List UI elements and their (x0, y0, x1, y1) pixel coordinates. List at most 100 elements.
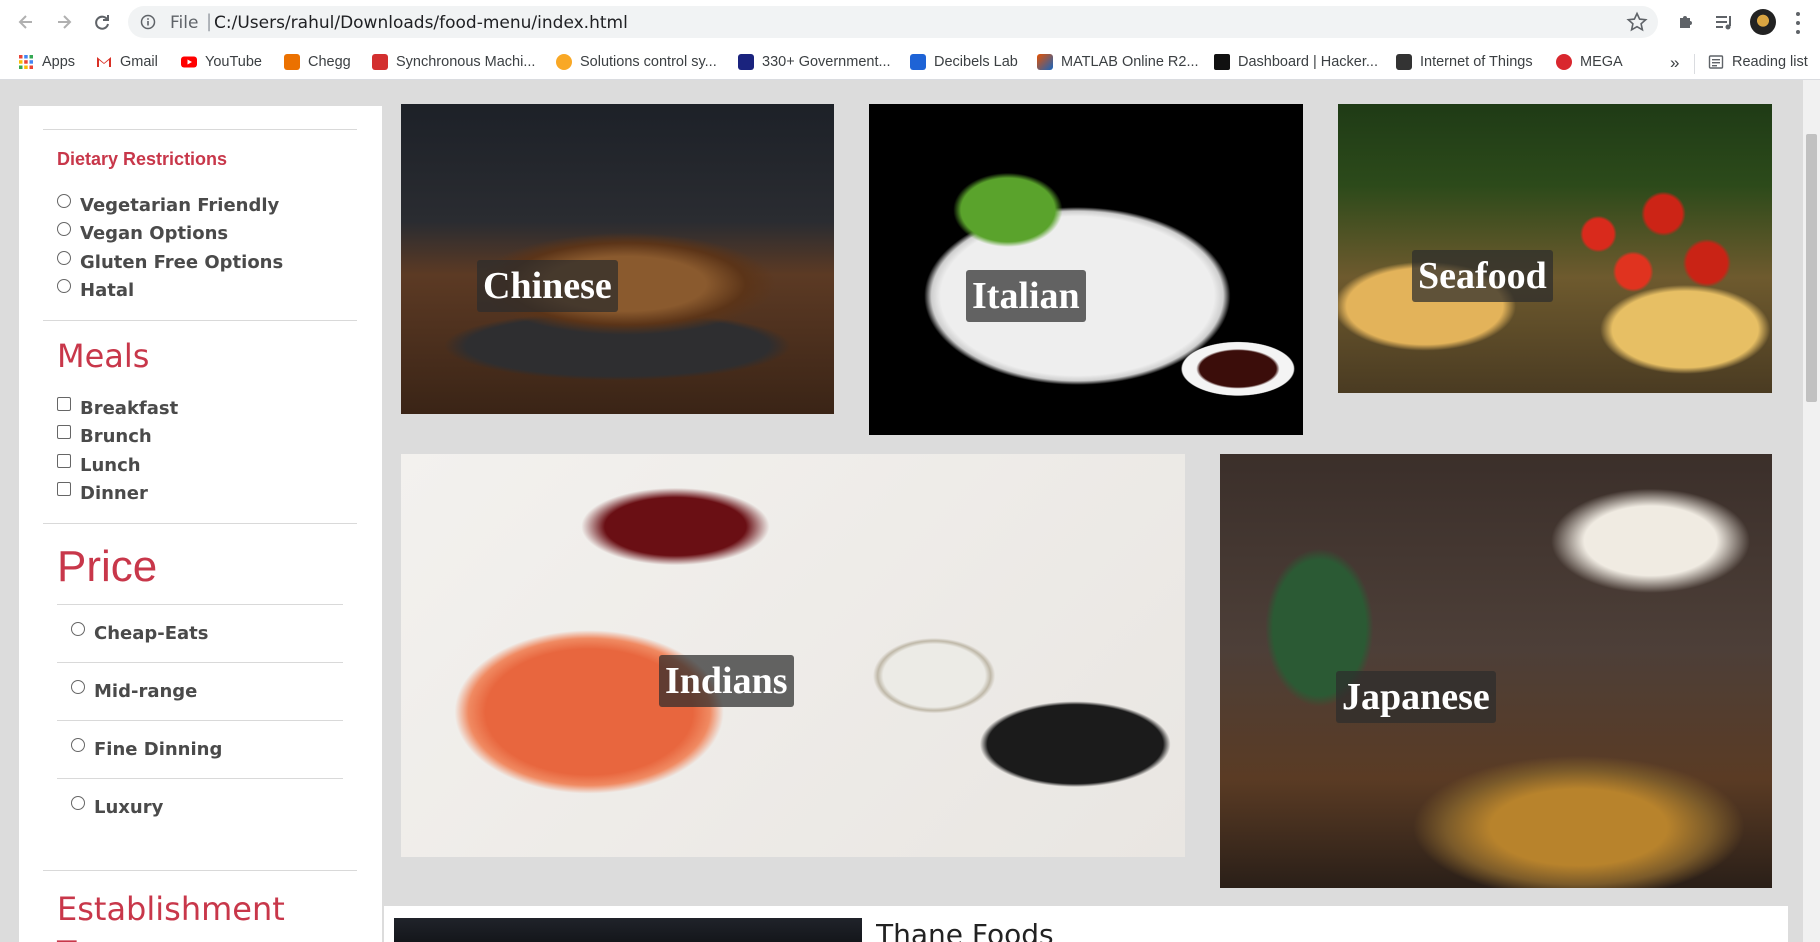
option-mid-range[interactable]: Mid-range (71, 679, 198, 702)
option-halal[interactable]: Hatal (57, 278, 134, 301)
gmail-icon (97, 57, 111, 67)
reading-list-button[interactable]: Reading list (1708, 51, 1808, 73)
site-icon (556, 54, 572, 70)
bookmarks-overflow-button[interactable]: » (1670, 53, 1679, 73)
back-arrow-icon (18, 15, 32, 29)
youtube-icon (181, 56, 197, 68)
option-label: Luxury (94, 797, 164, 818)
establishment-title: Establishment Type (57, 890, 285, 942)
kebab-menu-icon[interactable] (1788, 10, 1808, 36)
dietary-title: Dietary Restrictions (57, 149, 228, 169)
bookmark-iot[interactable]: Internet of Things (1396, 51, 1533, 73)
card-label: Chinese (477, 260, 618, 312)
bookmark-label: Dashboard | Hacker... (1238, 54, 1378, 70)
bookmark-label: MEGA (1580, 54, 1623, 70)
bookmark-mega[interactable]: MEGA (1556, 51, 1623, 73)
bookmark-label: Chegg (308, 54, 351, 70)
option-label: Cheap-Eats (94, 623, 209, 644)
bookmark-youtube[interactable]: YouTube (181, 51, 262, 73)
bookmark-matlab[interactable]: MATLAB Online R2... (1037, 51, 1199, 73)
option-label: Lunch (80, 455, 141, 476)
mega-icon (1556, 54, 1572, 70)
option-lunch[interactable]: Lunch (57, 453, 141, 476)
puzzle-icon (1680, 16, 1692, 28)
option-label: Mid-range (94, 681, 198, 702)
reload-icon (95, 15, 109, 30)
option-cheap-eats[interactable]: Cheap-Eats (71, 621, 209, 644)
option-dinner[interactable]: Dinner (57, 481, 148, 504)
card-chinese[interactable]: Chinese (401, 104, 834, 414)
restaurant-heading: Thane Foods (876, 918, 1054, 942)
browser-toolbar: File | C:/Users/rahul/Downloads/food-men… (0, 0, 1820, 44)
option-fine-dining[interactable]: Fine Dinning (71, 737, 222, 760)
bookmarks-divider (1694, 54, 1695, 74)
address-bar[interactable]: File | C:/Users/rahul/Downloads/food-men… (128, 6, 1658, 38)
back-button[interactable] (12, 8, 40, 36)
info-icon[interactable] (140, 14, 156, 30)
forward-button[interactable] (50, 8, 78, 36)
bookmark-label: 330+ Government... (762, 54, 891, 70)
radio-button[interactable] (71, 621, 85, 636)
filter-sidebar: Dietary Restrictions Vegetarian Friendly… (19, 106, 382, 942)
media-control-button[interactable] (1711, 9, 1737, 35)
radio-button[interactable] (71, 795, 85, 810)
card-label: Indians (659, 655, 794, 707)
bookmarks-bar: Apps Gmail YouTube Chegg Synchronous Mac… (0, 44, 1820, 80)
radio-button[interactable] (57, 278, 71, 293)
bookmark-chegg[interactable]: Chegg (284, 51, 351, 73)
card-japanese[interactable]: Japanese (1220, 454, 1772, 888)
divider (43, 129, 357, 130)
option-label: Gluten Free Options (80, 252, 284, 273)
reload-button[interactable] (88, 8, 116, 36)
bookmark-apps[interactable]: Apps (18, 51, 75, 73)
chegg-icon (284, 54, 300, 70)
card-seafood[interactable]: Seafood (1338, 104, 1772, 393)
radio-button[interactable] (71, 679, 85, 694)
bookmark-government[interactable]: 330+ Government... (738, 51, 891, 73)
radio-button[interactable] (71, 737, 85, 752)
divider (57, 720, 343, 721)
option-gluten-free[interactable]: Gluten Free Options (57, 250, 284, 273)
bookmark-decibels[interactable]: Decibels Lab (910, 51, 1018, 73)
checkbox[interactable] (57, 424, 71, 439)
url-text[interactable]: C:/Users/rahul/Downloads/food-menu/index… (214, 13, 628, 33)
card-indians[interactable]: Indians (401, 454, 1185, 857)
bookmark-solutions[interactable]: Solutions control sy... (556, 51, 717, 73)
divider (43, 320, 357, 321)
divider (57, 778, 343, 779)
checkbox[interactable] (57, 453, 71, 468)
price-title: Price (57, 542, 158, 591)
option-luxury[interactable]: Luxury (71, 795, 164, 818)
option-label: Brunch (80, 426, 152, 447)
bookmark-star-icon[interactable] (1626, 11, 1648, 33)
checkbox[interactable] (57, 396, 71, 411)
bookmark-gmail[interactable]: Gmail (96, 51, 158, 73)
extensions-button[interactable] (1673, 9, 1699, 35)
radio-button[interactable] (57, 193, 71, 208)
radio-button[interactable] (57, 221, 71, 236)
scrollbar-thumb[interactable] (1806, 134, 1817, 402)
site-icon (1396, 54, 1412, 70)
scheme-label: File (170, 13, 199, 33)
option-vegetarian[interactable]: Vegetarian Friendly (57, 193, 279, 216)
playlist-icon (1716, 16, 1731, 30)
forward-arrow-icon (58, 15, 72, 29)
card-label: Japanese (1336, 671, 1496, 723)
option-brunch[interactable]: Brunch (57, 424, 152, 447)
divider (57, 662, 343, 663)
bookmark-label: Decibels Lab (934, 54, 1018, 70)
card-italian[interactable]: Italian (869, 104, 1303, 435)
checkbox[interactable] (57, 481, 71, 496)
option-breakfast[interactable]: Breakfast (57, 396, 178, 419)
option-vegan[interactable]: Vegan Options (57, 221, 229, 244)
bookmark-hackerrank[interactable]: Dashboard | Hacker... (1214, 51, 1378, 73)
option-label: Vegan Options (80, 223, 229, 244)
bookmark-synchronous[interactable]: Synchronous Machi... (372, 51, 535, 73)
divider (43, 870, 357, 871)
option-label: Dinner (80, 483, 148, 504)
bookmark-label: Gmail (120, 54, 158, 70)
restaurant-image (394, 918, 862, 942)
site-icon (372, 54, 388, 70)
profile-avatar[interactable] (1750, 9, 1776, 35)
radio-button[interactable] (57, 250, 71, 265)
